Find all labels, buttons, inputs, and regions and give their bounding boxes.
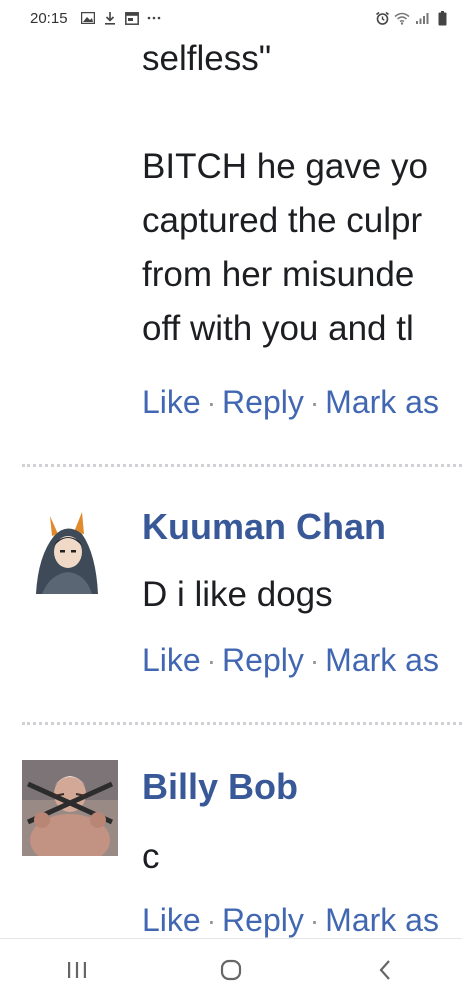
mark-as-link[interactable]: Mark as bbox=[325, 902, 439, 938]
recent-apps-icon bbox=[68, 961, 86, 978]
comment-divider bbox=[22, 464, 462, 467]
comment-text-line: off with you and tl bbox=[142, 309, 414, 348]
status-bar: 20:15 bbox=[0, 0, 462, 36]
reply-link[interactable]: Reply bbox=[222, 642, 304, 679]
more-icon bbox=[146, 10, 162, 26]
status-right bbox=[374, 10, 450, 26]
like-link[interactable]: Like bbox=[142, 902, 201, 938]
image-icon bbox=[80, 10, 96, 26]
avatar[interactable] bbox=[22, 760, 118, 856]
separator-dot: · bbox=[309, 904, 320, 936]
back-button[interactable] bbox=[355, 950, 415, 990]
reply-link[interactable]: Reply bbox=[222, 902, 304, 938]
separator-dot: · bbox=[309, 386, 320, 418]
like-link[interactable]: Like bbox=[142, 384, 201, 421]
download-icon bbox=[102, 10, 118, 26]
comment-text-line: from her misunde bbox=[142, 255, 415, 294]
comment-actions: Like · Reply · Mark as bbox=[142, 642, 439, 679]
comment-text-line: D i like dogs bbox=[142, 575, 333, 614]
comment-divider bbox=[22, 722, 462, 725]
comment-author[interactable]: Kuuman Chan bbox=[142, 506, 386, 548]
calendar-icon bbox=[124, 10, 140, 26]
navigation-bar bbox=[0, 938, 462, 1000]
comment-text-line: captured the culpr bbox=[142, 201, 423, 240]
mark-as-link[interactable]: Mark as bbox=[325, 384, 439, 421]
comment-text-line: c bbox=[142, 837, 160, 876]
alarm-icon bbox=[374, 10, 390, 26]
comment-text-line: BITCH he gave yo bbox=[142, 147, 428, 186]
recent-apps-button[interactable] bbox=[47, 950, 107, 990]
comment-author[interactable]: Billy Bob bbox=[142, 766, 298, 808]
wifi-icon bbox=[394, 10, 410, 26]
separator-dot: · bbox=[206, 904, 217, 936]
status-time: 20:15 bbox=[30, 9, 68, 27]
home-icon bbox=[220, 959, 242, 980]
avatar[interactable] bbox=[30, 502, 104, 596]
mark-as-link[interactable]: Mark as bbox=[325, 642, 439, 679]
reply-link[interactable]: Reply bbox=[222, 384, 304, 421]
home-button[interactable] bbox=[201, 950, 261, 990]
comment-actions: Like · Reply · Mark as bbox=[142, 902, 439, 938]
separator-dot: · bbox=[309, 644, 320, 676]
battery-icon bbox=[434, 10, 450, 26]
comments-feed[interactable]: selfless" BITCH he gave yo captured the … bbox=[0, 36, 462, 938]
separator-dot: · bbox=[206, 386, 217, 418]
signal-icon bbox=[414, 10, 430, 26]
comment-actions: Like · Reply · Mark as bbox=[142, 384, 439, 421]
separator-dot: · bbox=[206, 644, 217, 676]
back-icon bbox=[379, 959, 390, 980]
like-link[interactable]: Like bbox=[142, 642, 201, 679]
status-left: 20:15 bbox=[30, 10, 162, 27]
comment-text-line: selfless" bbox=[142, 39, 272, 78]
